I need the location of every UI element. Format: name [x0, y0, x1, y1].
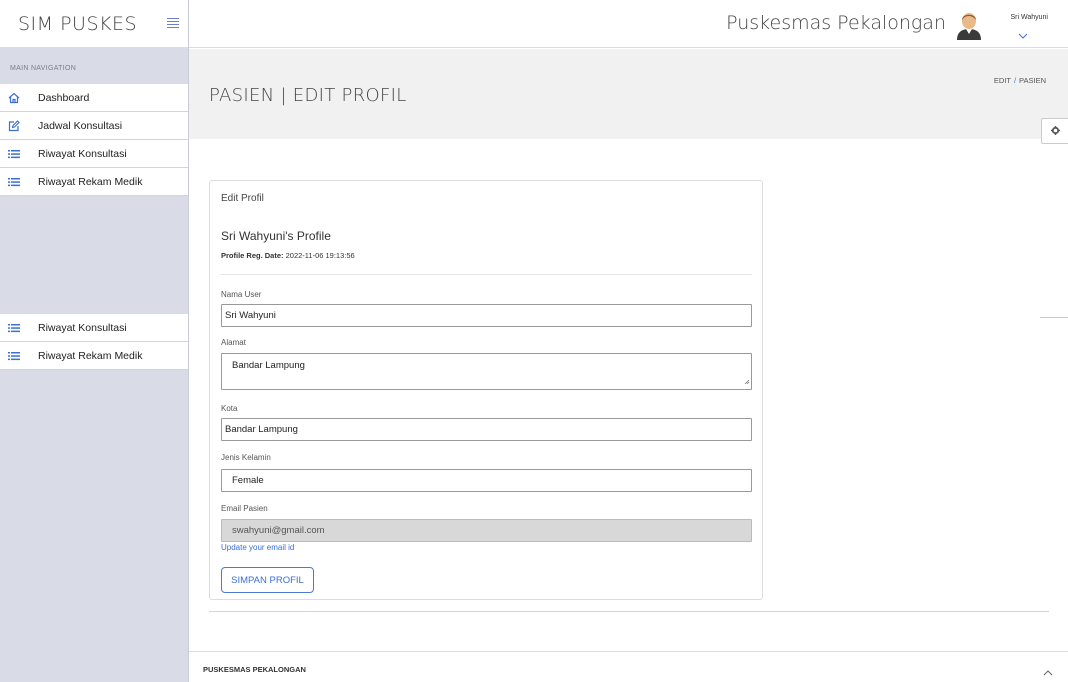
sidebar-item-label: Riwayat Rekam Medik	[38, 175, 143, 188]
divider	[209, 611, 1049, 612]
alamat-label: Alamat	[221, 338, 246, 347]
sidebar-item-label: Riwayat Rekam Medik	[38, 349, 143, 362]
sidebar-item-riwayat-rekam-medik[interactable]: Riwayat Rekam Medik	[0, 168, 188, 196]
home-icon	[7, 92, 21, 104]
reg-date-value: 2022-11-06 19:13:56	[285, 251, 355, 260]
breadcrumb-separator: /	[1013, 76, 1017, 85]
page-header: PASIEN | EDIT PROFIL EDIT / PASIEN	[189, 49, 1068, 139]
sidebar-item-jadwal[interactable]: Jadwal Konsultasi	[0, 112, 188, 140]
profile-reg-date: Profile Reg. Date: 2022-11-06 19:13:56	[221, 251, 355, 260]
alamat-textarea[interactable]: Bandar Lampung	[221, 353, 752, 390]
sidebar-item-riwayat-konsultasi-2[interactable]: Riwayat Konsultasi	[0, 314, 188, 342]
footer: PUSKESMAS PEKALONGAN	[189, 651, 1068, 682]
edit-profile-card: Edit Profil Sri Wahyuni's Profile Profil…	[209, 180, 763, 600]
sidebar-item-label: Dashboard	[38, 91, 90, 104]
list-icon	[7, 350, 21, 362]
sidebar-item-dashboard[interactable]: Dashboard	[0, 84, 188, 112]
list-icon	[7, 322, 21, 334]
kota-label: Kota	[221, 404, 238, 413]
list-icon	[7, 176, 21, 188]
save-profile-button[interactable]: SIMPAN PROFIL	[221, 567, 314, 593]
org-name: Puskesmas Pekalongan	[726, 12, 946, 34]
topbar: Puskesmas Pekalongan Sri Wahyuni	[189, 0, 1068, 48]
update-email-link[interactable]: Update your email id	[221, 543, 294, 552]
resize-grip-icon[interactable]	[744, 377, 750, 388]
sidebar-item-label: Riwayat Konsultasi	[38, 321, 127, 334]
breadcrumb-item-edit[interactable]: EDIT	[994, 76, 1011, 85]
footer-text: PUSKESMAS PEKALONGAN	[203, 665, 306, 674]
sidebar-item-riwayat-konsultasi[interactable]: Riwayat Konsultasi	[0, 140, 188, 168]
sidebar-item-label: Riwayat Konsultasi	[38, 147, 127, 160]
gender-select[interactable]: Female	[221, 469, 752, 492]
sidebar-item-riwayat-rekam-medik-2[interactable]: Riwayat Rekam Medik	[0, 342, 188, 370]
page-title: PASIEN | EDIT PROFIL	[209, 85, 407, 106]
user-name[interactable]: Sri Wahyuni	[1011, 14, 1048, 21]
email-label: Email Pasien	[221, 504, 268, 513]
reg-date-label: Profile Reg. Date:	[221, 251, 284, 260]
nama-label: Nama User	[221, 290, 262, 299]
breadcrumb-item-pasien: PASIEN	[1019, 76, 1046, 85]
sidebar: SIM PUSKES MAIN NAVIGATION Dashboard Jad…	[0, 0, 189, 682]
kota-input[interactable]: Bandar Lampung	[221, 418, 752, 441]
card-title: Edit Profil	[221, 193, 264, 204]
edit-icon	[7, 119, 21, 132]
chevron-down-icon[interactable]	[1018, 26, 1028, 44]
avatar[interactable]	[955, 10, 983, 40]
brand-title: SIM PUSKES	[18, 12, 138, 35]
gear-icon	[1050, 122, 1060, 140]
alamat-value: Bandar Lampung	[232, 360, 305, 371]
list-icon	[7, 148, 21, 160]
menu-toggle-icon[interactable]	[167, 18, 179, 28]
email-field: swahyuni@gmail.com	[221, 519, 752, 542]
divider	[221, 274, 752, 275]
nav-group-main: Dashboard Jadwal Konsultasi Riwayat Kons…	[0, 84, 188, 196]
gender-label: Jenis Kelamin	[221, 453, 271, 462]
divider	[1040, 317, 1068, 318]
settings-toggle[interactable]	[1041, 118, 1068, 144]
breadcrumb: EDIT / PASIEN	[994, 76, 1046, 85]
profile-heading: Sri Wahyuni's Profile	[221, 229, 331, 243]
nama-input[interactable]: Sri Wahyuni	[221, 304, 752, 327]
nav-header: MAIN NAVIGATION	[10, 65, 77, 72]
brand-bar: SIM PUSKES	[0, 0, 188, 48]
chevron-up-icon[interactable]	[1043, 663, 1053, 681]
sidebar-item-label: Jadwal Konsultasi	[38, 119, 123, 132]
nav-group-secondary: Riwayat Konsultasi Riwayat Rekam Medik	[0, 314, 188, 370]
